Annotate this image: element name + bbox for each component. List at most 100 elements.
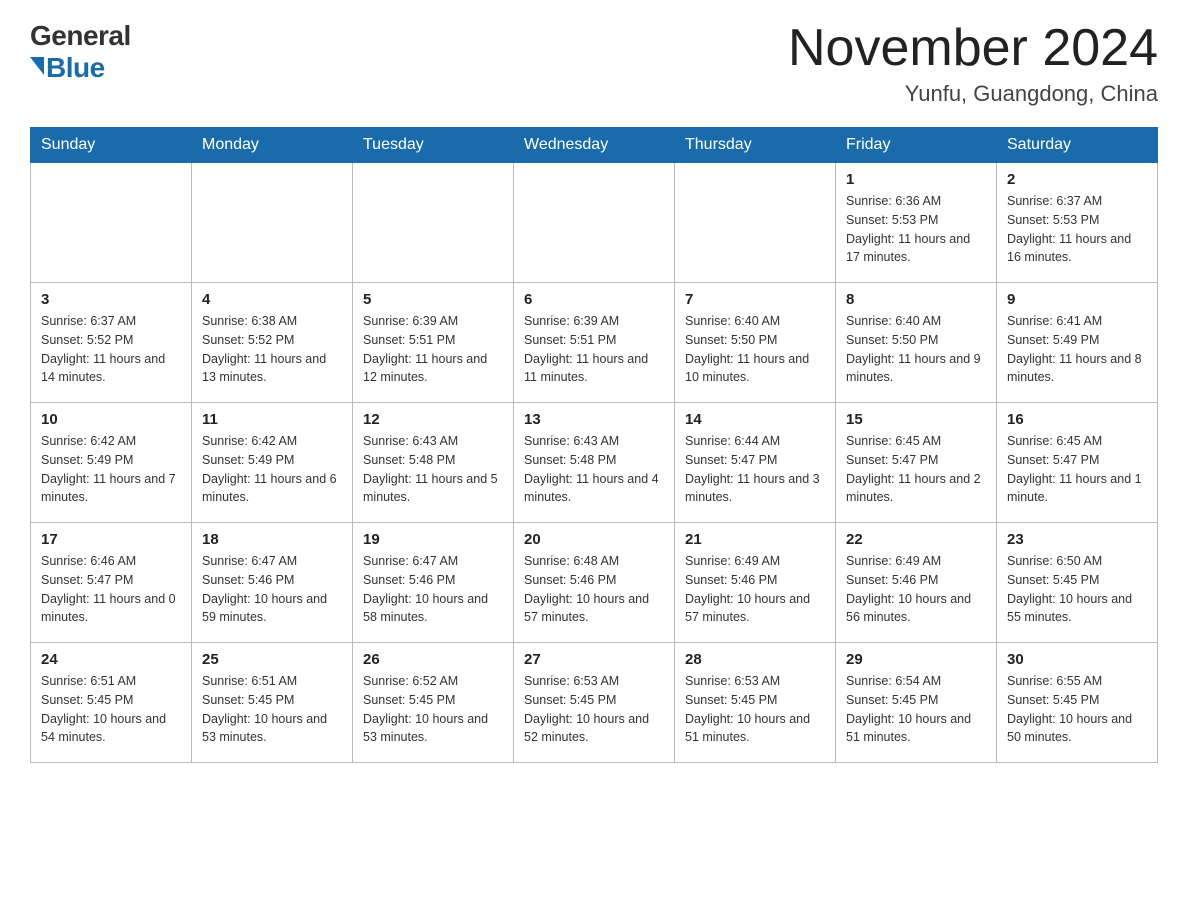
day-cell: 29Sunrise: 6:54 AM Sunset: 5:45 PM Dayli… xyxy=(836,643,997,763)
day-number: 28 xyxy=(685,651,825,668)
week-row-3: 10 Sunrise: 6:42 AM Sunset: 5:49 PM Dayli… xyxy=(31,403,1158,523)
day-info: Sunrise: 6:48 AM Sunset: 5:46 PM Dayligh… xyxy=(524,552,664,627)
location-title: Yunfu, Guangdong, China xyxy=(788,81,1158,107)
day-number: 21 xyxy=(685,531,825,548)
day-cell: 3 Sunrise: 6:37 AM Sunset: 5:52 PM Daylig… xyxy=(31,283,192,403)
day-number: 17 xyxy=(41,531,181,548)
logo-blue-text: Blue xyxy=(46,52,105,84)
day-info: Sunrise: 6:50 AM Sunset: 5:45 PM Dayligh… xyxy=(1007,552,1147,627)
title-area: November 2024 Yunfu, Guangdong, China xyxy=(788,20,1158,107)
day-cell: 10Sunrise: 6:42 AM Sunset: 5:49 PM Dayli… xyxy=(31,403,192,523)
day-info: Sunrise: 6:45 AM Sunset: 5:47 PM Dayligh… xyxy=(846,432,986,507)
day-number: 20 xyxy=(524,531,664,548)
month-title: November 2024 xyxy=(788,20,1158,77)
day-cell: 19 Sunrise: 6:47 AM Sunset: 5:46 PM Dayli… xyxy=(353,523,514,643)
weekday-header-thursday: Thursday xyxy=(675,128,836,163)
day-cell: 21 Sunrise: 6:49 AM Sunset: 5:46 PM Dayli… xyxy=(675,523,836,643)
day-cell: 6 Sunrise: 6:39 AM Sunset: 5:51 PM Daylig… xyxy=(514,283,675,403)
day-info: Sunrise: 6:51 AM Sunset: 5:45 PM Dayligh… xyxy=(41,672,181,747)
day-info: Sunrise: 6:43 AM Sunset: 5:48 PM Dayligh… xyxy=(524,432,664,507)
week-row-1: 1 Sunrise: 6:36 AM Sunset: 5:53 PM Daylig… xyxy=(31,163,1158,283)
week-row-5: 24 Sunrise: 6:51 AM Sunset: 5:45 PM Dayli… xyxy=(31,643,1158,763)
header: General Blue November 2024 Yunfu, Guangd… xyxy=(30,20,1158,107)
day-number: 13 xyxy=(524,411,664,428)
day-number: 3 xyxy=(41,291,181,308)
day-number: 24 xyxy=(41,651,181,668)
day-info: Sunrise: 6:53 AM Sunset: 5:45 PM Dayligh… xyxy=(685,672,825,747)
day-info: Sunrise: 6:44 AM Sunset: 5:47 PM Dayligh… xyxy=(685,432,825,507)
day-info: Sunrise: 6:47 AM Sunset: 5:46 PM Dayligh… xyxy=(363,552,503,627)
day-number: 7 xyxy=(685,291,825,308)
day-cell: 16 Sunrise: 6:45 AM Sunset: 5:47 PM Dayli… xyxy=(997,403,1158,523)
week-row-4: 17 Sunrise: 6:46 AM Sunset: 5:47 PM Dayli… xyxy=(31,523,1158,643)
logo-blue-row: Blue xyxy=(30,52,105,84)
day-cell: 22Sunrise: 6:49 AM Sunset: 5:46 PM Dayli… xyxy=(836,523,997,643)
day-cell: 27 Sunrise: 6:53 AM Sunset: 5:45 PM Dayli… xyxy=(514,643,675,763)
day-cell: 12 Sunrise: 6:43 AM Sunset: 5:48 PM Dayli… xyxy=(353,403,514,523)
day-info: Sunrise: 6:40 AM Sunset: 5:50 PM Dayligh… xyxy=(685,312,825,387)
day-cell xyxy=(31,163,192,283)
day-cell: 2 Sunrise: 6:37 AM Sunset: 5:53 PM Daylig… xyxy=(997,163,1158,283)
day-number: 8 xyxy=(846,291,986,308)
day-cell: 23 Sunrise: 6:50 AM Sunset: 5:45 PM Dayli… xyxy=(997,523,1158,643)
day-cell: 11 Sunrise: 6:42 AM Sunset: 5:49 PM Dayli… xyxy=(192,403,353,523)
day-number: 15 xyxy=(846,411,986,428)
day-cell: 30Sunrise: 6:55 AM Sunset: 5:45 PM Dayli… xyxy=(997,643,1158,763)
day-cell: 28 Sunrise: 6:53 AM Sunset: 5:45 PM Dayli… xyxy=(675,643,836,763)
weekday-header-monday: Monday xyxy=(192,128,353,163)
day-number: 2 xyxy=(1007,171,1147,188)
weekday-header-row: SundayMondayTuesdayWednesdayThursdayFrid… xyxy=(31,128,1158,163)
logo-triangle-icon xyxy=(30,57,44,75)
day-cell xyxy=(675,163,836,283)
day-number: 11 xyxy=(202,411,342,428)
day-number: 6 xyxy=(524,291,664,308)
day-info: Sunrise: 6:55 AM Sunset: 5:45 PM Dayligh… xyxy=(1007,672,1147,747)
weekday-header-tuesday: Tuesday xyxy=(353,128,514,163)
day-info: Sunrise: 6:39 AM Sunset: 5:51 PM Dayligh… xyxy=(524,312,664,387)
day-info: Sunrise: 6:37 AM Sunset: 5:53 PM Dayligh… xyxy=(1007,192,1147,267)
day-cell: 13 Sunrise: 6:43 AM Sunset: 5:48 PM Dayli… xyxy=(514,403,675,523)
day-cell: 25Sunrise: 6:51 AM Sunset: 5:45 PM Dayli… xyxy=(192,643,353,763)
day-number: 18 xyxy=(202,531,342,548)
day-info: Sunrise: 6:36 AM Sunset: 5:53 PM Dayligh… xyxy=(846,192,986,267)
weekday-header-friday: Friday xyxy=(836,128,997,163)
day-info: Sunrise: 6:42 AM Sunset: 5:49 PM Dayligh… xyxy=(202,432,342,507)
day-number: 23 xyxy=(1007,531,1147,548)
day-info: Sunrise: 6:43 AM Sunset: 5:48 PM Dayligh… xyxy=(363,432,503,507)
day-cell: 20 Sunrise: 6:48 AM Sunset: 5:46 PM Dayli… xyxy=(514,523,675,643)
day-info: Sunrise: 6:53 AM Sunset: 5:45 PM Dayligh… xyxy=(524,672,664,747)
day-number: 16 xyxy=(1007,411,1147,428)
day-info: Sunrise: 6:49 AM Sunset: 5:46 PM Dayligh… xyxy=(685,552,825,627)
logo: General Blue xyxy=(30,20,131,84)
day-cell: 15 Sunrise: 6:45 AM Sunset: 5:47 PM Dayli… xyxy=(836,403,997,523)
day-cell: 18 Sunrise: 6:47 AM Sunset: 5:46 PM Dayli… xyxy=(192,523,353,643)
day-number: 10 xyxy=(41,411,181,428)
day-info: Sunrise: 6:41 AM Sunset: 5:49 PM Dayligh… xyxy=(1007,312,1147,387)
weekday-header-sunday: Sunday xyxy=(31,128,192,163)
day-cell xyxy=(192,163,353,283)
day-info: Sunrise: 6:51 AM Sunset: 5:45 PM Dayligh… xyxy=(202,672,342,747)
day-number: 4 xyxy=(202,291,342,308)
day-number: 1 xyxy=(846,171,986,188)
day-info: Sunrise: 6:47 AM Sunset: 5:46 PM Dayligh… xyxy=(202,552,342,627)
day-number: 29 xyxy=(846,651,986,668)
day-number: 12 xyxy=(363,411,503,428)
day-cell: 4 Sunrise: 6:38 AM Sunset: 5:52 PM Daylig… xyxy=(192,283,353,403)
day-info: Sunrise: 6:38 AM Sunset: 5:52 PM Dayligh… xyxy=(202,312,342,387)
day-cell: 14 Sunrise: 6:44 AM Sunset: 5:47 PM Dayli… xyxy=(675,403,836,523)
day-cell: 8 Sunrise: 6:40 AM Sunset: 5:50 PM Daylig… xyxy=(836,283,997,403)
day-cell: 24 Sunrise: 6:51 AM Sunset: 5:45 PM Dayli… xyxy=(31,643,192,763)
day-info: Sunrise: 6:52 AM Sunset: 5:45 PM Dayligh… xyxy=(363,672,503,747)
day-info: Sunrise: 6:40 AM Sunset: 5:50 PM Dayligh… xyxy=(846,312,986,387)
day-cell xyxy=(353,163,514,283)
weekday-header-saturday: Saturday xyxy=(997,128,1158,163)
day-info: Sunrise: 6:37 AM Sunset: 5:52 PM Dayligh… xyxy=(41,312,181,387)
calendar-table: SundayMondayTuesdayWednesdayThursdayFrid… xyxy=(30,127,1158,763)
day-info: Sunrise: 6:45 AM Sunset: 5:47 PM Dayligh… xyxy=(1007,432,1147,507)
day-info: Sunrise: 6:46 AM Sunset: 5:47 PM Dayligh… xyxy=(41,552,181,627)
day-cell: 7 Sunrise: 6:40 AM Sunset: 5:50 PM Daylig… xyxy=(675,283,836,403)
day-number: 27 xyxy=(524,651,664,668)
day-number: 19 xyxy=(363,531,503,548)
day-number: 14 xyxy=(685,411,825,428)
day-cell: 1 Sunrise: 6:36 AM Sunset: 5:53 PM Daylig… xyxy=(836,163,997,283)
